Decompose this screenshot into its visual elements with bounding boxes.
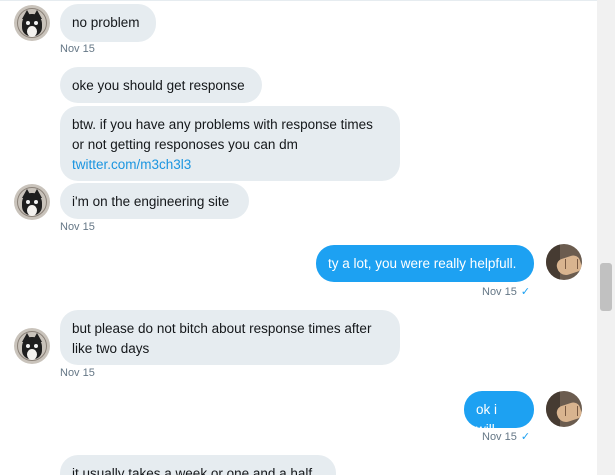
message-timestamp: Nov 15 [60, 43, 95, 55]
message-text: btw. if you have any problems with respo… [72, 117, 373, 152]
contact-avatar[interactable] [14, 328, 50, 364]
read-check-icon: ✓ [520, 286, 531, 298]
scrollbar-thumb[interactable] [600, 263, 612, 311]
message-text: but please do not bitch about response t… [72, 321, 372, 356]
message-link[interactable]: twitter.com/m3ch3l3 [72, 157, 191, 172]
message-timestamp: Nov 15 [60, 367, 95, 379]
message-bubble-incoming[interactable]: oke you should get response [60, 67, 262, 103]
top-divider [0, 0, 597, 1]
user-avatar[interactable] [546, 244, 582, 280]
message-bubble-incoming[interactable]: i'm on the engineering site [60, 183, 249, 219]
message-text: no problem [72, 15, 140, 30]
message-timestamp: Nov 15 ✓ [482, 431, 531, 443]
message-bubble-outgoing[interactable]: ok i will. [464, 391, 534, 437]
message-timestamp: Nov 15 ✓ [482, 286, 531, 298]
scrollbar-track[interactable] [597, 0, 615, 475]
message-bubble-incoming[interactable]: but please do not bitch about response t… [60, 310, 400, 365]
message-bubble-incoming[interactable]: it usually takes a week or one and a hal… [60, 455, 336, 475]
message-text: ty a lot, you were really helpfull. [328, 256, 517, 271]
user-avatar[interactable] [546, 391, 582, 427]
contact-avatar[interactable] [14, 184, 50, 220]
conversation-view[interactable]: no problem Nov 15 oke you should get res… [0, 0, 597, 475]
message-text: it usually takes a week or one and a hal… [72, 466, 313, 475]
message-bubble-incoming[interactable]: no problem [60, 4, 156, 42]
read-check-icon: ✓ [520, 431, 531, 443]
message-bubble-incoming[interactable]: btw. if you have any problems with respo… [60, 106, 400, 181]
message-text: i'm on the engineering site [72, 194, 230, 209]
message-bubble-outgoing[interactable]: ty a lot, you were really helpfull. [316, 245, 534, 282]
contact-avatar[interactable] [14, 5, 50, 41]
message-timestamp: Nov 15 [60, 221, 95, 233]
message-text: oke you should get response [72, 78, 245, 93]
